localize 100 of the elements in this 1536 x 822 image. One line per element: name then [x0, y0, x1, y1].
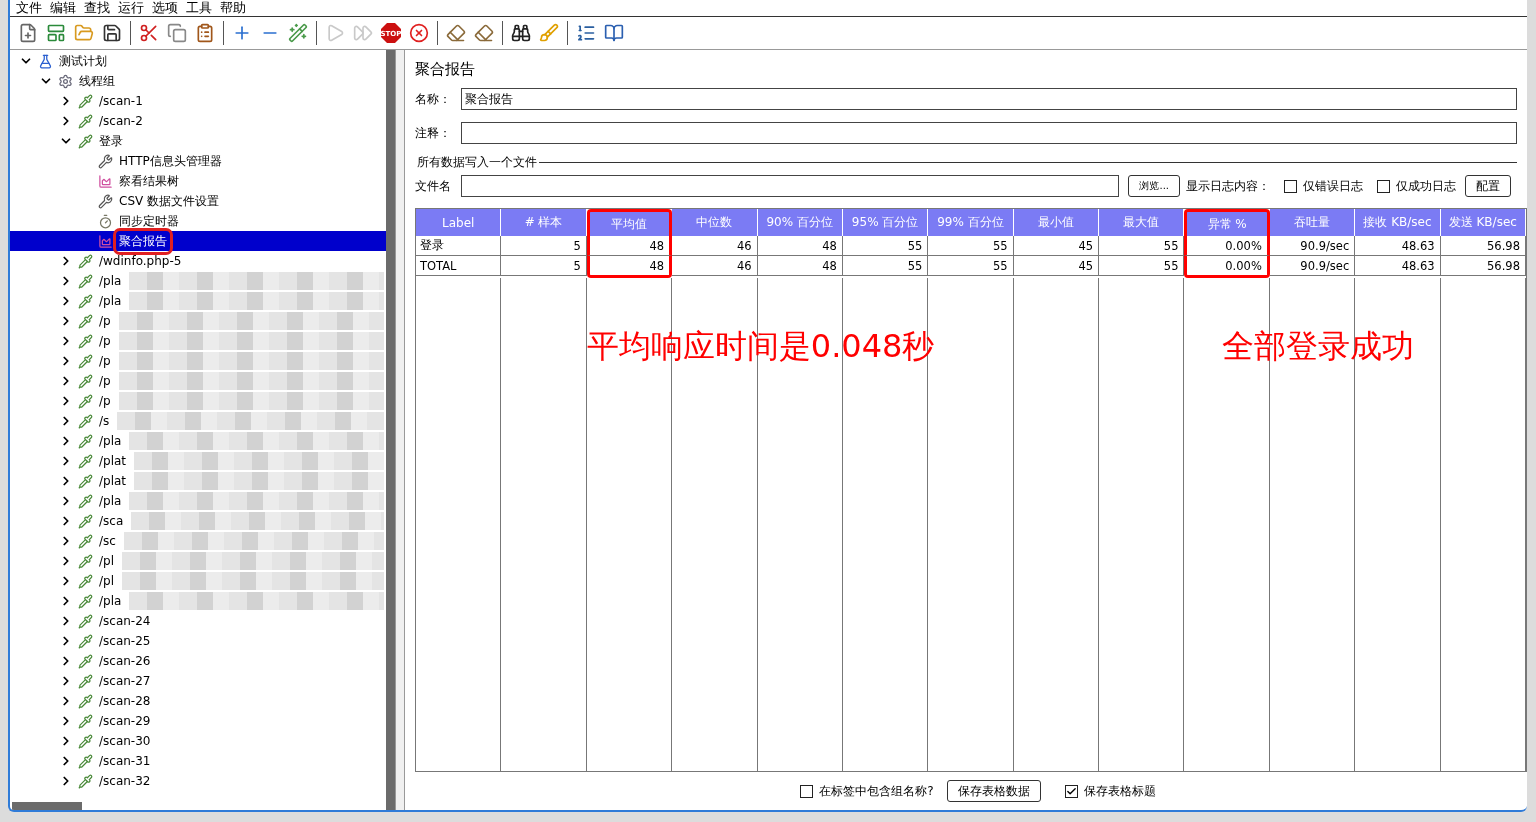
tree-row[interactable]: /scan-27 — [10, 671, 386, 691]
checkbox[interactable] — [1284, 179, 1297, 193]
tree-row[interactable]: /wdinfo.php-5 — [10, 251, 386, 271]
pipette-icon — [76, 572, 94, 590]
tree-row[interactable]: /s — [10, 411, 386, 431]
menu-item[interactable]: 工具 — [183, 0, 215, 17]
column-header[interactable]: 发送 KB/sec — [1440, 209, 1526, 236]
tree-row[interactable]: /sca — [10, 511, 386, 531]
tree-row[interactable]: /scan-32 — [10, 771, 386, 791]
column-header[interactable]: 95% 百分位 — [842, 209, 929, 236]
pipette-icon — [76, 512, 94, 530]
tree-row[interactable]: /p — [10, 331, 386, 351]
save-table-button[interactable]: 保存表格数据 — [946, 780, 1041, 802]
tree-row[interactable]: /scan-28 — [10, 691, 386, 711]
tree-row[interactable]: /p — [10, 371, 386, 391]
pipette-icon — [76, 92, 94, 110]
gear-icon — [56, 72, 74, 90]
tree-label: /sc — [98, 533, 117, 549]
tree-label: /scan-30 — [98, 733, 152, 749]
tree-row[interactable]: /plat — [10, 471, 386, 491]
tree-row[interactable]: 同步定时器 — [10, 211, 386, 231]
comment-field[interactable] — [461, 122, 1517, 144]
menu-item[interactable]: 运行 — [115, 0, 147, 17]
menu-item[interactable]: 查找 — [81, 0, 113, 17]
tree-label: /scan-24 — [98, 613, 152, 629]
area-chart-icon — [96, 232, 114, 250]
column-header[interactable]: Label — [416, 209, 502, 236]
checkbox-label: 仅成功日志 — [1396, 177, 1456, 195]
tree-row[interactable]: 测试计划 — [10, 51, 386, 71]
tree-row[interactable]: /scan-30 — [10, 731, 386, 751]
pipette-icon — [76, 712, 94, 730]
tree-row[interactable]: /sc — [10, 531, 386, 551]
checkbox[interactable] — [1064, 784, 1078, 798]
tree-row[interactable]: /p — [10, 311, 386, 331]
pipette-icon — [76, 272, 94, 290]
wrench-icon — [96, 152, 114, 170]
column-header[interactable]: 最大值 — [1099, 209, 1185, 236]
filename-field[interactable] — [461, 175, 1120, 197]
tree-label: 察看结果树 — [118, 172, 180, 190]
column-header[interactable]: 平均值 — [586, 209, 673, 236]
pipette-icon — [76, 732, 94, 750]
table-cell: 45 — [1013, 236, 1100, 256]
tree-row[interactable]: HTTP信息头管理器 — [10, 151, 386, 171]
tree-row[interactable]: /scan-29 — [10, 711, 386, 731]
menu-item[interactable]: 帮助 — [217, 0, 249, 17]
tree-row[interactable]: /scan-26 — [10, 651, 386, 671]
tree-label: /scan-2 — [98, 113, 144, 129]
field-label: 注释： — [415, 124, 452, 142]
tree-row[interactable]: /scan-1 — [10, 91, 386, 111]
table-cell: 48 — [586, 256, 673, 278]
pipette-icon — [76, 772, 94, 790]
tree-row[interactable]: 察看结果树 — [10, 171, 386, 191]
tree-row[interactable]: /pla — [10, 431, 386, 451]
name-field[interactable]: 聚合报告 — [461, 88, 1517, 110]
tree-row[interactable]: /pl — [10, 551, 386, 571]
tree-row[interactable]: /scan-25 — [10, 631, 386, 651]
menu-item[interactable]: 选项 — [149, 0, 181, 17]
tree-row[interactable]: /pla — [10, 491, 386, 511]
tree-row[interactable]: 线程组 — [10, 71, 386, 91]
checkbox[interactable] — [800, 784, 814, 798]
tree-row[interactable]: /plat — [10, 451, 386, 471]
tree-label: /pla — [98, 433, 123, 449]
pipette-icon — [76, 312, 94, 330]
scrollbar-thumb[interactable] — [12, 802, 82, 810]
tree-row[interactable]: /pl — [10, 571, 386, 591]
tree-row[interactable]: /scan-31 — [10, 751, 386, 771]
pipette-icon — [76, 632, 94, 650]
scrollbar-thumb[interactable] — [386, 50, 395, 810]
tree-label: /scan-29 — [98, 713, 152, 729]
pipette-icon — [76, 372, 94, 390]
browse-button[interactable]: 浏览... — [1128, 175, 1180, 197]
column-header[interactable]: 90% 百分位 — [757, 209, 843, 236]
tree-row[interactable]: CSV 数据文件设置 — [10, 191, 386, 211]
column-header[interactable]: 吞吐量 — [1269, 209, 1356, 236]
tree-row[interactable]: /p — [10, 351, 386, 371]
column-header[interactable]: 接收 KB/sec — [1355, 209, 1441, 236]
tree-row[interactable]: /scan-24 — [10, 611, 386, 631]
tree-row[interactable]: /pla — [10, 291, 386, 311]
pipette-icon — [76, 112, 94, 130]
column-header[interactable]: 异常 % — [1184, 209, 1270, 236]
config-button[interactable]: 配置 — [1465, 175, 1511, 197]
tree-row[interactable]: /pla — [10, 591, 386, 611]
column-header[interactable]: # 样本 — [501, 209, 587, 236]
pipette-icon — [76, 392, 94, 410]
checkbox[interactable] — [1377, 179, 1390, 193]
tree-row[interactable]: /scan-2 — [10, 111, 386, 131]
column-header[interactable]: 中位数 — [672, 209, 758, 236]
table-cell: 55 — [928, 256, 1014, 276]
panel-title: 聚合报告 — [415, 60, 476, 79]
table-cell: 48 — [757, 236, 843, 256]
tree-row[interactable]: 登录 — [10, 131, 386, 151]
tree-row[interactable]: /pla — [10, 271, 386, 291]
column-header[interactable]: 99% 百分位 — [928, 209, 1014, 236]
column-header[interactable]: 最小值 — [1013, 209, 1100, 236]
tree-row[interactable]: /p — [10, 391, 386, 411]
table-cell: 55 — [1099, 236, 1185, 256]
tree-label: /sca — [98, 513, 125, 529]
menu-item[interactable]: 文件 — [13, 0, 45, 17]
table-cell: 0.00% — [1184, 256, 1270, 278]
menu-item[interactable]: 编辑 — [47, 0, 79, 17]
